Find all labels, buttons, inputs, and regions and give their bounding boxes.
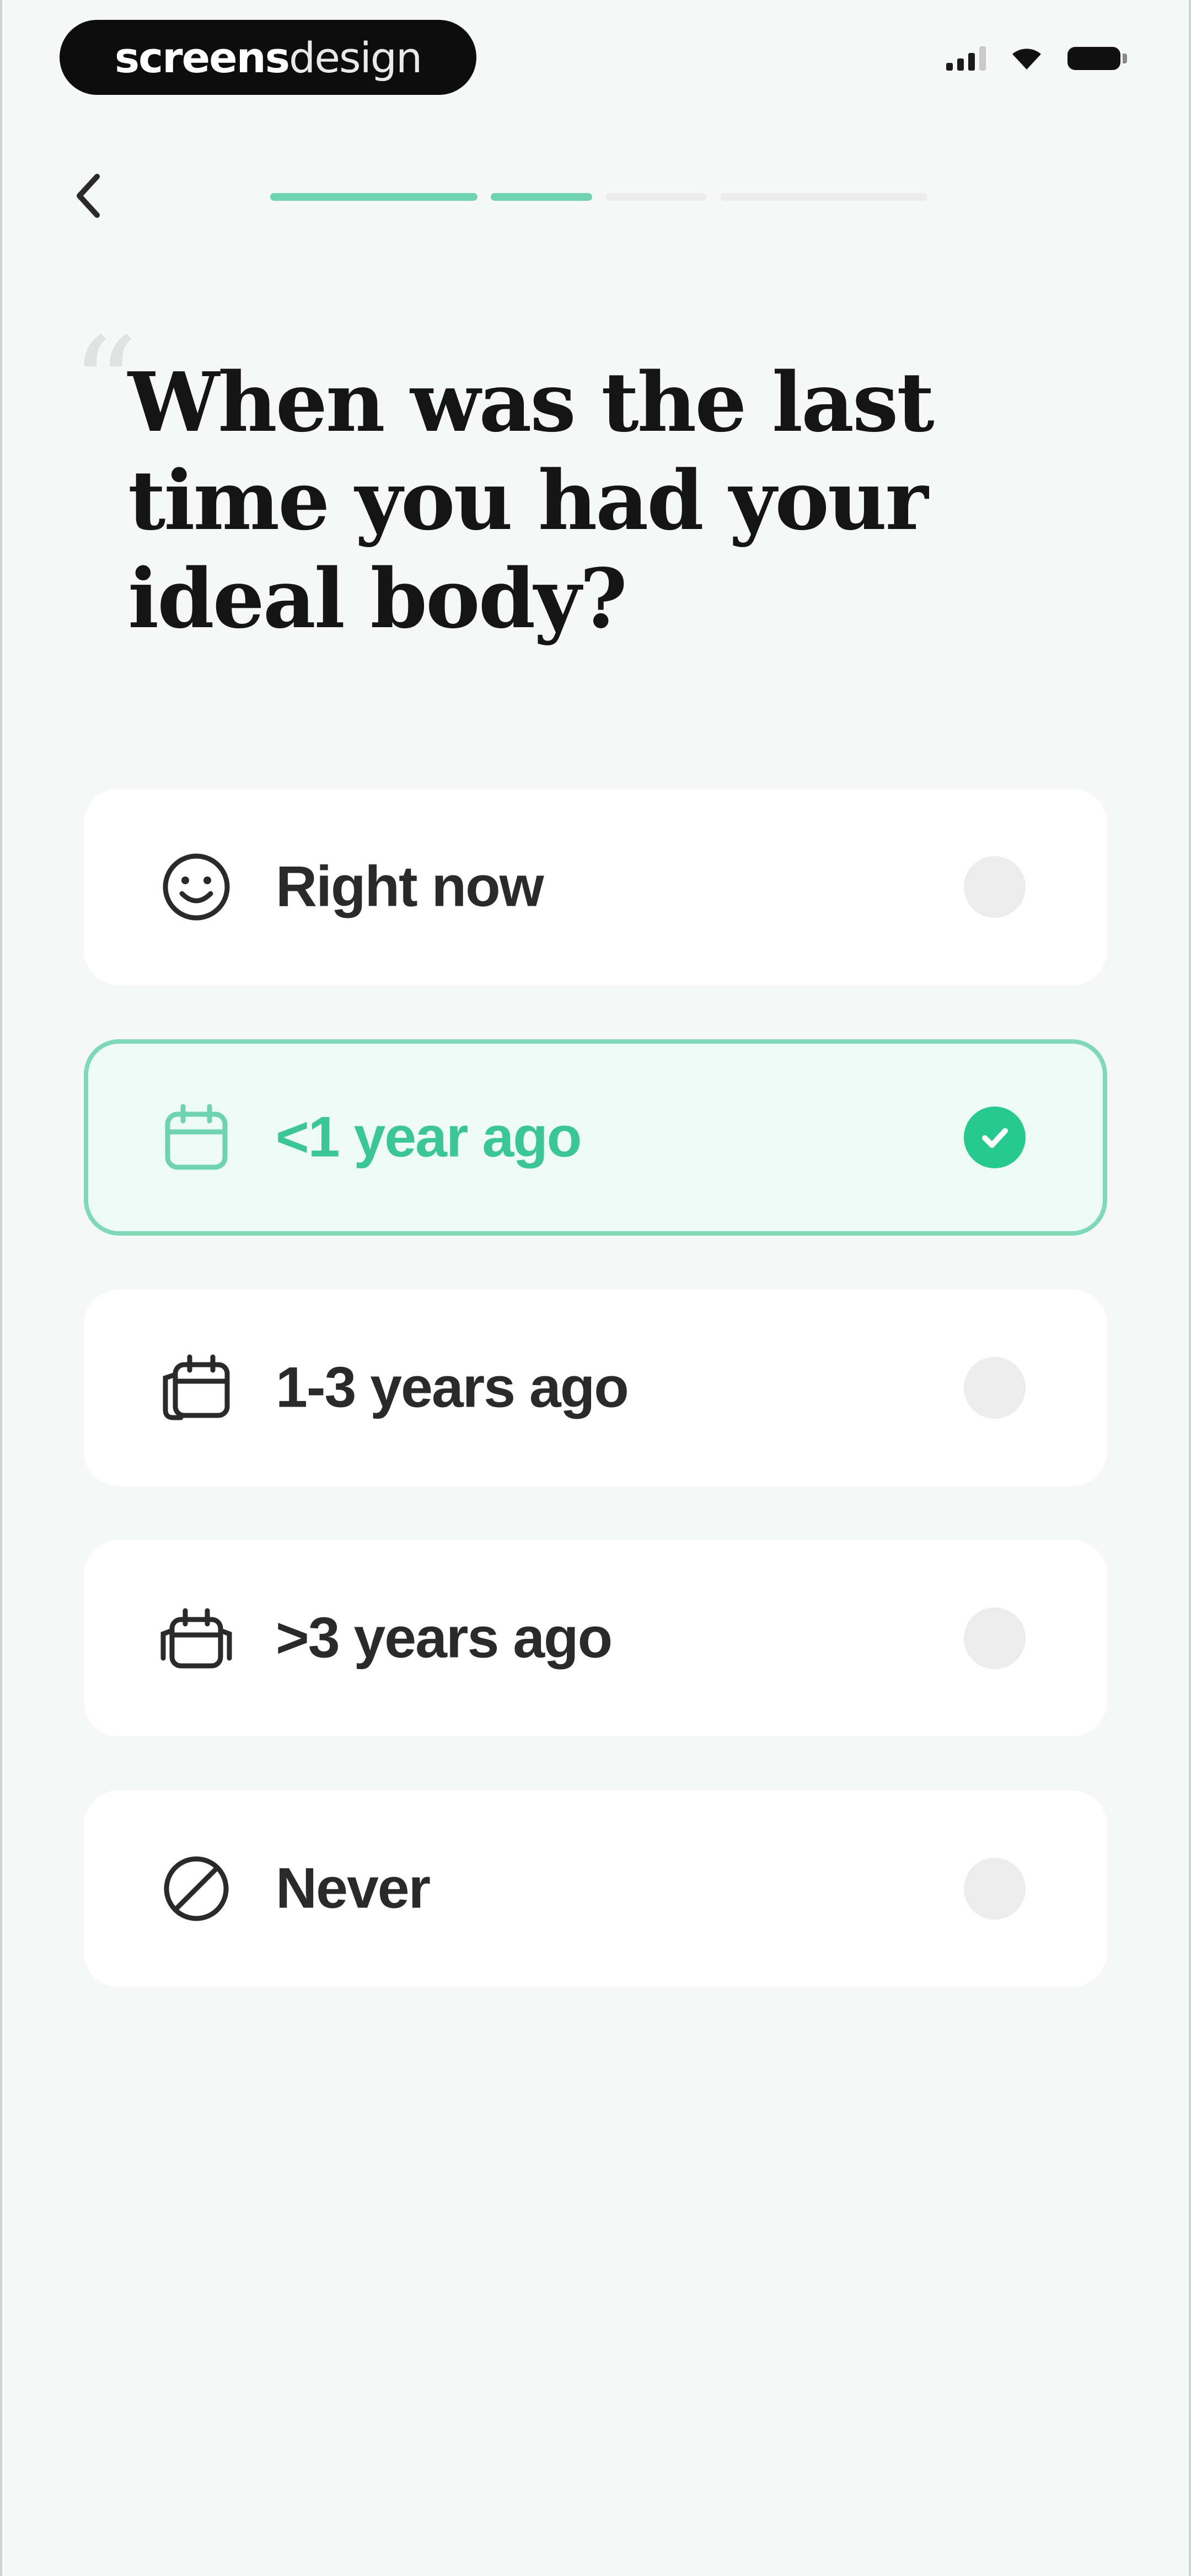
radio-selected[interactable] bbox=[964, 1107, 1026, 1168]
battery-icon bbox=[1067, 47, 1127, 70]
calendar-stack-icon bbox=[163, 1354, 230, 1420]
question-title: When was the last time you had your idea… bbox=[128, 354, 935, 646]
prohibited-icon bbox=[164, 1856, 229, 1921]
option-label: Never bbox=[276, 1856, 431, 1921]
option-label: >3 years ago bbox=[276, 1606, 613, 1670]
onboarding-screen: screens design “ When was the last time y… bbox=[0, 0, 1191, 2576]
radio-unselected[interactable] bbox=[964, 1607, 1026, 1669]
option-label: 1-3 years ago bbox=[276, 1355, 629, 1420]
progress-segment-1 bbox=[270, 193, 478, 201]
status-icons bbox=[946, 46, 1127, 71]
back-button[interactable] bbox=[55, 160, 121, 232]
progress-indicator bbox=[270, 193, 927, 201]
radio-unselected[interactable] bbox=[964, 1858, 1026, 1920]
checkmark-icon bbox=[982, 1128, 1008, 1148]
progress-segment-2 bbox=[491, 193, 592, 201]
progress-segment-3 bbox=[605, 193, 707, 201]
option-right-now[interactable]: Right now bbox=[84, 789, 1107, 985]
option-label: <1 year ago bbox=[276, 1105, 582, 1169]
option-label: Right now bbox=[276, 854, 544, 919]
smiley-face-icon bbox=[163, 853, 230, 921]
progress-segment-4 bbox=[720, 193, 927, 201]
wifi-icon bbox=[1012, 49, 1041, 70]
chevron-left-icon bbox=[77, 174, 100, 218]
answer-options: Right now <1 year ago 1-3 years ago >3 y… bbox=[84, 789, 1107, 2041]
calendar-icon bbox=[165, 1104, 228, 1170]
brand-text-light: design bbox=[289, 33, 422, 82]
option-more-than-3-years[interactable]: >3 years ago bbox=[84, 1540, 1107, 1736]
option-less-than-1-year[interactable]: <1 year ago bbox=[84, 1039, 1107, 1236]
option-1-3-years[interactable]: 1-3 years ago bbox=[84, 1290, 1107, 1486]
calendar-multi-icon bbox=[160, 1608, 232, 1669]
option-never[interactable]: Never bbox=[84, 1791, 1107, 1987]
brand-text-bold: screens bbox=[114, 33, 290, 82]
device-frame-left bbox=[0, 0, 2, 2576]
radio-unselected[interactable] bbox=[964, 856, 1026, 918]
cellular-signal-icon bbox=[946, 46, 986, 71]
radio-unselected[interactable] bbox=[964, 1357, 1026, 1419]
brand-logo: screens design bbox=[60, 20, 476, 95]
device-frame-right bbox=[1189, 0, 1191, 2576]
